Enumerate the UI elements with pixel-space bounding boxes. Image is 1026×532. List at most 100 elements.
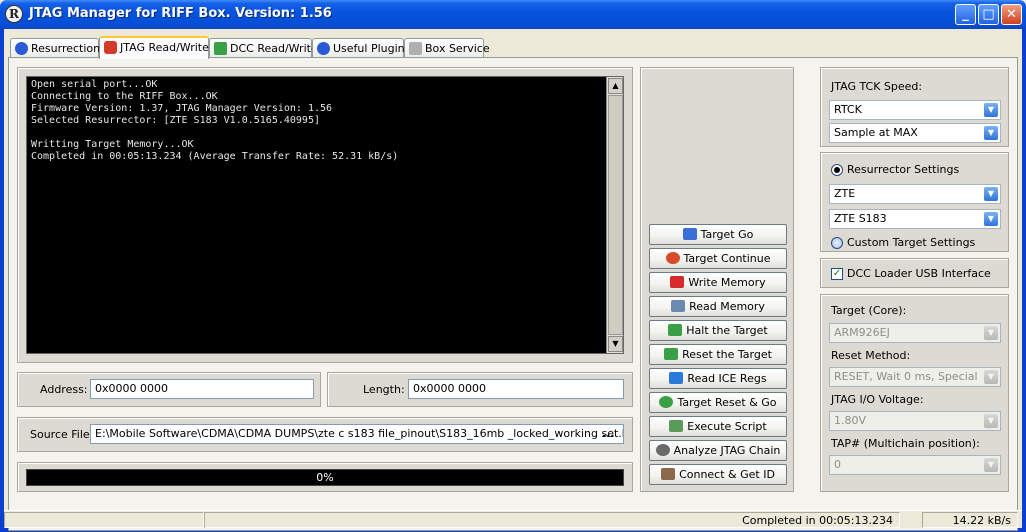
tab-dcc-read-write[interactable]: DCC Read/Write [209, 38, 318, 58]
sample-mode-select[interactable]: Sample at MAX ▼ [829, 123, 1001, 143]
books-icon [214, 42, 227, 55]
box-icon [409, 42, 422, 55]
reset-method-select[interactable]: RESET, Wait 0 ms, Special ▼ [829, 367, 1001, 387]
magnifier-icon [655, 444, 670, 456]
dcc-loader-checkbox[interactable]: ✓ [831, 268, 843, 280]
progress-bar: 0% [26, 469, 624, 486]
execute-script-button[interactable]: Execute Script [649, 416, 787, 437]
resurrector-settings-radio[interactable] [831, 164, 843, 176]
button-label: Analyze JTAG Chain [673, 444, 781, 457]
window-title: JTAG Manager for RIFF Box. Version: 1.56 [29, 6, 332, 21]
script-icon [669, 420, 684, 432]
address-panel: Address: 0x0000 0000 [17, 372, 321, 407]
tab-label: Resurrection [31, 42, 101, 55]
log-panel: Open serial port...OK Connecting to the … [17, 67, 633, 363]
tap-select[interactable]: 0 ▼ [829, 455, 1001, 475]
length-label: Length: [363, 383, 405, 396]
io-voltage-select[interactable]: 1.80V ▼ [829, 411, 1001, 431]
minimize-button[interactable]: _ [955, 4, 976, 25]
read-ice-regs-button[interactable]: Read ICE Regs [649, 368, 787, 389]
read-memory-icon [671, 300, 686, 312]
progress-text: 0% [316, 471, 334, 484]
title-bar[interactable]: R JTAG Manager for RIFF Box. Version: 1.… [0, 0, 1026, 29]
read-memory-button[interactable]: Read Memory [649, 296, 787, 317]
maximize-button[interactable]: □ [978, 4, 999, 25]
write-memory-icon [670, 276, 685, 288]
reset-method-label: Reset Method: [831, 349, 911, 362]
tab-label: DCC Read/Write [230, 42, 318, 55]
chevron-down-icon: ▼ [984, 326, 998, 340]
button-label: Connect & Get ID [679, 468, 775, 481]
log-console: Open serial port...OK Connecting to the … [26, 76, 624, 354]
tab-label: Useful Plugins [333, 42, 411, 55]
scroll-thumb[interactable] [608, 95, 623, 335]
select-value: 0 [834, 458, 841, 471]
chevron-down-icon: ▼ [984, 414, 998, 428]
tab-jtag-read-write[interactable]: JTAG Read/Write [99, 36, 209, 59]
length-panel: Length: 0x0000 0000 [327, 372, 633, 407]
button-label: Read ICE Regs [687, 372, 767, 385]
button-label: Reset the Target [682, 348, 772, 361]
scroll-down-button[interactable]: ▼ [608, 336, 623, 352]
halt-target-button[interactable]: Halt the Target [649, 320, 787, 341]
button-label: Read Memory [689, 300, 765, 313]
io-voltage-label: JTAG I/O Voltage: [831, 393, 924, 406]
model-select[interactable]: ZTE S183 ▼ [829, 209, 1001, 229]
info-icon [15, 42, 28, 55]
status-transfer-rate: 14.22 kB/s [922, 512, 1018, 528]
address-label: Address: [40, 383, 88, 396]
source-file-input[interactable]: E:\Mobile Software\CDMA\CDMA DUMPS\zte c… [90, 424, 624, 444]
reset-target-button[interactable]: Reset the Target [649, 344, 787, 365]
select-value: ZTE S183 [834, 212, 887, 225]
status-pane-empty [4, 512, 204, 528]
button-label: Write Memory [688, 276, 766, 289]
actions-panel: Target Go Target Continue Write Memory R… [640, 67, 794, 492]
close-button[interactable]: ✕ [1001, 4, 1022, 25]
select-value: RTCK [834, 103, 862, 116]
chevron-down-icon: ▼ [984, 103, 998, 117]
ice-regs-icon [669, 372, 684, 384]
progress-panel: 0% [17, 462, 633, 492]
target-continue-button[interactable]: Target Continue [649, 248, 787, 269]
chevron-down-icon: ▼ [984, 458, 998, 472]
target-settings-panel: Target (Core): ARM926EJ ▼ Reset Method: R… [820, 294, 1009, 492]
target-go-button[interactable]: Target Go [649, 224, 787, 245]
button-label: Target Reset & Go [677, 396, 777, 409]
tab-box-service[interactable]: Box Service [404, 38, 490, 58]
reset-icon [664, 348, 679, 360]
select-value: Sample at MAX [834, 126, 918, 139]
log-scrollbar[interactable]: ▲ ▼ [606, 77, 623, 353]
address-input[interactable]: 0x0000 0000 [90, 379, 314, 399]
chevron-down-icon: ▼ [984, 126, 998, 140]
manufacturer-select[interactable]: ZTE ▼ [829, 184, 1001, 204]
target-core-label: Target (Core): [831, 304, 907, 317]
select-value: RESET, Wait 0 ms, Special [834, 370, 978, 383]
status-bar: Completed in 00:05:13.234 14.22 kB/s [4, 510, 1022, 528]
length-input[interactable]: 0x0000 0000 [408, 379, 624, 399]
browse-button[interactable]: ... [602, 427, 615, 440]
connect-get-id-button[interactable]: Connect & Get ID [649, 464, 787, 485]
tck-speed-label: JTAG TCK Speed: [831, 80, 923, 93]
scroll-up-button[interactable]: ▲ [608, 78, 623, 94]
dcc-loader-label: DCC Loader USB Interface [847, 267, 991, 280]
app-window: R JTAG Manager for RIFF Box. Version: 1.… [0, 0, 1026, 532]
target-core-select[interactable]: ARM926EJ ▼ [829, 323, 1001, 343]
status-completed: Completed in 00:05:13.234 [204, 512, 900, 528]
tab-useful-plugins[interactable]: Useful Plugins [312, 38, 410, 58]
target-reset-go-button[interactable]: Target Reset & Go [649, 392, 787, 413]
analyze-jtag-chain-button[interactable]: Analyze JTAG Chain [649, 440, 787, 461]
log-text: Open serial port...OK Connecting to the … [31, 79, 399, 162]
resurrector-settings-label: Resurrector Settings [847, 163, 960, 176]
select-value: 1.80V [834, 414, 867, 427]
tab-resurrection[interactable]: Resurrection [10, 38, 101, 58]
client-area: Resurrection JTAG Read/Write DCC Read/Wr… [4, 29, 1022, 531]
write-memory-button[interactable]: Write Memory [649, 272, 787, 293]
button-label: Target Continue [683, 252, 771, 265]
source-file-panel: Source File: E:\Mobile Software\CDMA\CDM… [17, 417, 633, 452]
tck-speed-select[interactable]: RTCK ▼ [829, 100, 1001, 120]
chevron-down-icon: ▼ [984, 212, 998, 226]
chip-icon [104, 41, 117, 54]
continue-icon [665, 252, 680, 264]
custom-target-radio[interactable] [831, 237, 843, 249]
button-label: Halt the Target [686, 324, 768, 337]
